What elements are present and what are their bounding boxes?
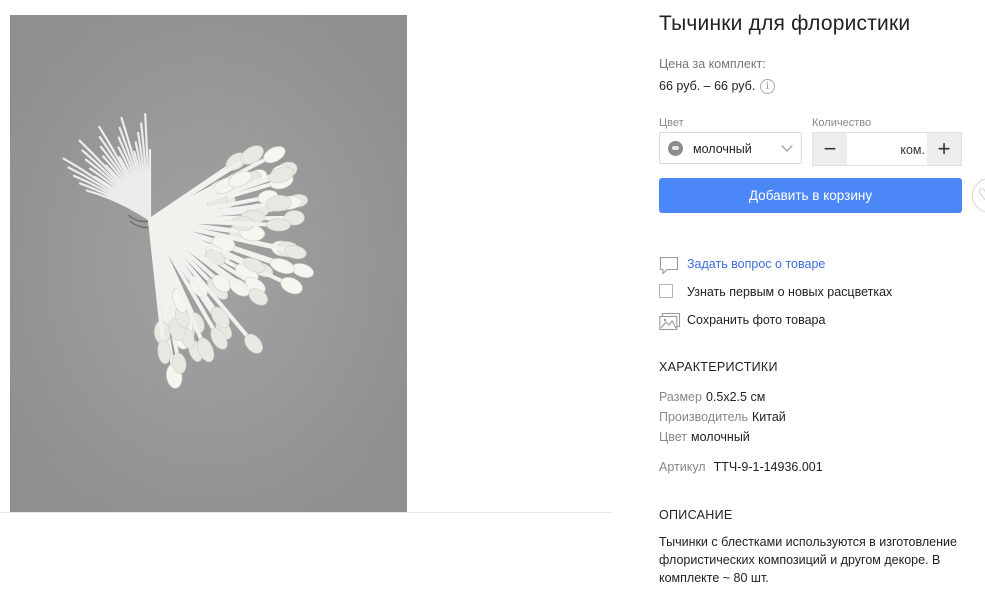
favorite-heart-icon[interactable] [972, 178, 985, 213]
product-title: Тычинки для флористики [659, 12, 911, 35]
color-select[interactable]: молочный [659, 132, 802, 164]
quantity-plus-button[interactable]: + [927, 133, 961, 165]
spec-value: 0.5x2.5 см [705, 390, 766, 404]
quantity-label: Количество [812, 117, 872, 129]
ask-question-label: Задать вопрос о товаре [687, 257, 826, 271]
spec-key: Производитель [659, 410, 748, 424]
info-icon[interactable]: i [760, 79, 775, 94]
notify-checkbox[interactable] [659, 284, 673, 298]
photo-icon [659, 312, 681, 331]
characteristics-heading: ХАРАКТЕРИСТИКИ [659, 360, 778, 374]
product-photo[interactable] [10, 15, 407, 512]
save-photo-label: Сохранить фото товара [687, 313, 826, 327]
chevron-down-icon [781, 140, 793, 152]
stamens-bundle-image [10, 15, 407, 512]
quantity-stepper: − ком. + [812, 132, 962, 166]
quantity-minus-button[interactable]: − [813, 133, 847, 165]
spec-row-color: Цвет молочный [659, 430, 750, 444]
description-heading: ОПИСАНИЕ [659, 508, 733, 522]
price-label: Цена за комплект: [659, 57, 766, 71]
color-label: Цвет [659, 117, 684, 129]
spec-key: Цвет [659, 430, 688, 444]
add-to-cart-button[interactable]: Добавить в корзину [659, 178, 962, 213]
article-value: ТТЧ-9-1-14936.001 [713, 460, 823, 474]
price-value: 66 руб. – 66 руб. [659, 79, 756, 93]
spec-row-manufacturer: Производитель Китай [659, 410, 786, 424]
spec-row-size: Размер 0.5x2.5 см [659, 390, 765, 404]
notify-label: Узнать первым о новых расцветках [687, 285, 893, 299]
spec-key: Размер [659, 390, 702, 404]
spec-value: молочный [691, 430, 750, 444]
speech-bubble-icon [659, 256, 679, 275]
description-text: Тычинки с блестками используются в изгот… [659, 535, 957, 585]
article-key: Артикул [659, 460, 706, 474]
spec-row-article: Артикул ТТЧ-9-1-14936.001 [659, 460, 823, 474]
photo-divider [0, 512, 611, 513]
spec-value: Китай [751, 410, 786, 424]
color-swatch-icon [668, 141, 683, 156]
quantity-input[interactable]: ком. [855, 143, 925, 157]
color-select-value: молочный [693, 142, 752, 156]
